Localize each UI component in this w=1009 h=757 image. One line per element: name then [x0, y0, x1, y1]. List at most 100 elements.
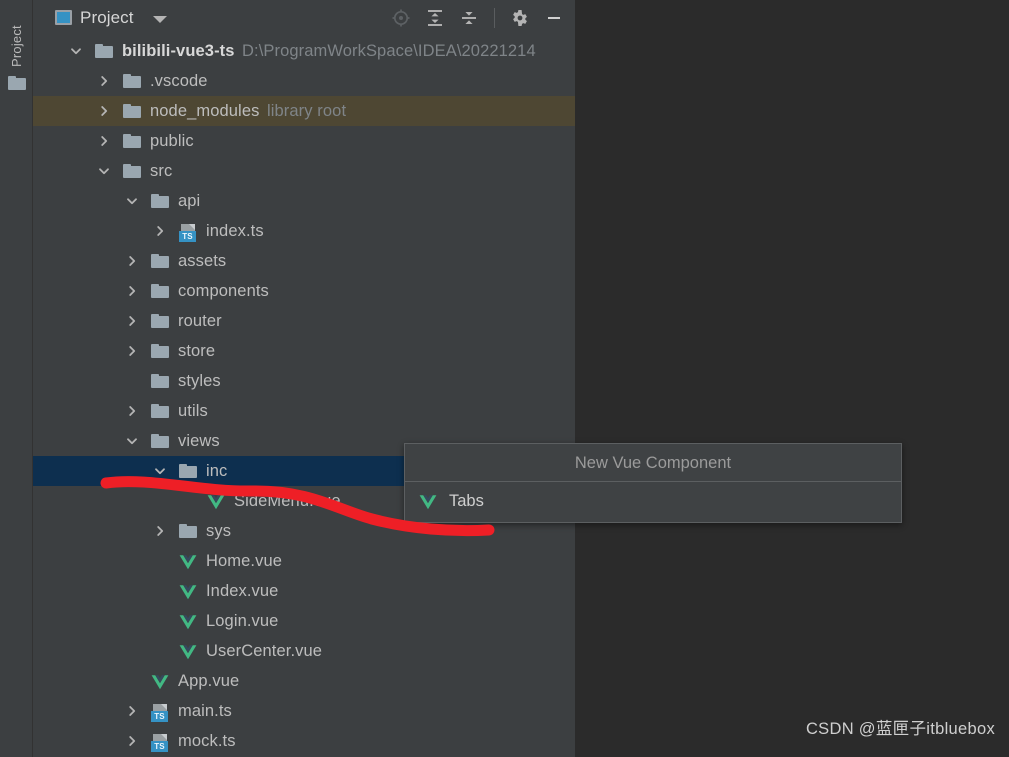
chevron-down-icon[interactable] — [125, 194, 139, 208]
tree-row-label: Index.vue — [206, 581, 279, 600]
tree-row-label: store — [178, 341, 216, 360]
tree-row-label: router — [178, 311, 222, 330]
chevron-right-icon[interactable] — [97, 74, 111, 88]
chevron-down-icon[interactable] — [69, 44, 83, 58]
chevron-right-icon[interactable] — [97, 134, 111, 148]
tree-row-label: mock.ts — [178, 731, 236, 750]
folder-icon — [123, 104, 141, 118]
typescript-file-icon: TS — [151, 704, 169, 722]
tree-row-suffix: D:\ProgramWorkSpace\IDEA\20221214 — [242, 41, 536, 60]
locate-in-tree-icon[interactable] — [390, 7, 412, 29]
tree-row-label: index.ts — [206, 221, 264, 240]
folder-icon — [151, 314, 169, 328]
settings-gear-icon[interactable] — [509, 7, 531, 29]
tree-row[interactable]: styles — [33, 366, 575, 396]
tree-row[interactable]: UserCenter.vue — [33, 636, 575, 666]
folder-icon — [179, 464, 197, 478]
typescript-file-icon: TS — [151, 734, 169, 752]
tree-row[interactable]: Login.vue — [33, 606, 575, 636]
tree-row-label: views — [178, 431, 220, 450]
folder-icon — [151, 374, 169, 388]
tree-row[interactable]: TS mock.ts — [33, 726, 575, 756]
new-vue-component-popup: New Vue Component Tabs — [404, 443, 902, 523]
vue-file-icon — [179, 554, 197, 570]
tree-row[interactable]: router — [33, 306, 575, 336]
expand-all-icon[interactable] — [424, 7, 446, 29]
tree-row-label: node_modules — [150, 101, 260, 120]
folder-icon — [8, 76, 26, 90]
collapse-all-icon[interactable] — [458, 7, 480, 29]
left-tool-strip: Project — [0, 0, 33, 757]
chevron-right-icon[interactable] — [125, 704, 139, 718]
tree-row-label: .vscode — [150, 71, 208, 90]
project-tool-button[interactable]: Project — [0, 6, 33, 86]
folder-icon — [123, 74, 141, 88]
tree-row[interactable]: bilibili-vue3-ts D:\ProgramWorkSpace\IDEA… — [33, 36, 575, 66]
tree-row-label: assets — [178, 251, 227, 270]
tree-row[interactable]: App.vue — [33, 666, 575, 696]
folder-icon — [179, 524, 197, 538]
tree-row[interactable]: Index.vue — [33, 576, 575, 606]
tree-row-label: SideMenu.vue — [234, 491, 341, 510]
tree-row-label: Login.vue — [206, 611, 279, 630]
folder-icon — [151, 194, 169, 208]
popup-title: New Vue Component — [405, 444, 901, 482]
chevron-right-icon[interactable] — [125, 344, 139, 358]
folder-icon — [123, 164, 141, 178]
folder-icon — [151, 344, 169, 358]
tree-row[interactable]: components — [33, 276, 575, 306]
tree-row[interactable]: assets — [33, 246, 575, 276]
popup-item-label: Tabs — [449, 492, 484, 510]
chevron-right-icon[interactable] — [153, 224, 167, 238]
tree-row[interactable]: TS main.ts — [33, 696, 575, 726]
popup-item-tabs[interactable]: Tabs — [405, 482, 901, 521]
chevron-right-icon[interactable] — [97, 104, 111, 118]
tree-row-label: public — [150, 131, 194, 150]
toolbar-divider — [494, 8, 495, 28]
chevron-down-icon[interactable] — [125, 434, 139, 448]
chevron-right-icon[interactable] — [125, 404, 139, 418]
vue-file-icon — [419, 494, 437, 510]
chevron-down-icon[interactable] — [153, 464, 167, 478]
chevron-right-icon[interactable] — [125, 254, 139, 268]
folder-icon — [123, 134, 141, 148]
tree-row-label: App.vue — [178, 671, 240, 690]
tree-row-label: bilibili-vue3-ts — [122, 41, 235, 60]
tree-row[interactable]: Home.vue — [33, 546, 575, 576]
chevron-right-icon[interactable] — [153, 524, 167, 538]
tree-row[interactable]: public — [33, 126, 575, 156]
project-panel: Project bilibili-vue3-ts D:\ProgramWorkS… — [33, 0, 575, 757]
typescript-file-icon: TS — [179, 224, 197, 242]
hide-panel-icon[interactable] — [543, 7, 565, 29]
tree-row[interactable]: .vscode — [33, 66, 575, 96]
panel-title: Project — [80, 8, 134, 27]
chevron-right-icon[interactable] — [125, 284, 139, 298]
ide-window: Project Project bilibili-vue3-ts D:\Prog… — [0, 0, 1009, 757]
project-panel-header: Project — [33, 0, 575, 36]
chevron-down-icon[interactable] — [153, 16, 167, 23]
tree-row[interactable]: node_modules library root — [33, 96, 575, 126]
tree-row-label: api — [178, 191, 201, 210]
chevron-right-icon[interactable] — [125, 314, 139, 328]
tree-row-label: styles — [178, 371, 221, 390]
tree-row-label: sys — [206, 521, 232, 540]
project-file-tree[interactable]: bilibili-vue3-ts D:\ProgramWorkSpace\IDEA… — [33, 36, 575, 756]
folder-icon — [151, 434, 169, 448]
vue-file-icon — [207, 494, 225, 510]
tree-row[interactable]: api — [33, 186, 575, 216]
tree-row[interactable]: utils — [33, 396, 575, 426]
tree-row[interactable]: TS index.ts — [33, 216, 575, 246]
tree-row-label: Home.vue — [206, 551, 283, 570]
tree-row-label: main.ts — [178, 701, 232, 720]
vue-file-icon — [151, 674, 169, 690]
tree-row-label: utils — [178, 401, 208, 420]
chevron-down-icon[interactable] — [97, 164, 111, 178]
tree-row-suffix: library root — [267, 101, 347, 120]
folder-icon — [151, 284, 169, 298]
vue-file-icon — [179, 644, 197, 660]
watermark: CSDN @蓝匣子itbluebox — [805, 720, 995, 738]
panel-toolbar — [390, 0, 565, 36]
tree-row[interactable]: store — [33, 336, 575, 366]
chevron-right-icon[interactable] — [125, 734, 139, 748]
tree-row[interactable]: src — [33, 156, 575, 186]
